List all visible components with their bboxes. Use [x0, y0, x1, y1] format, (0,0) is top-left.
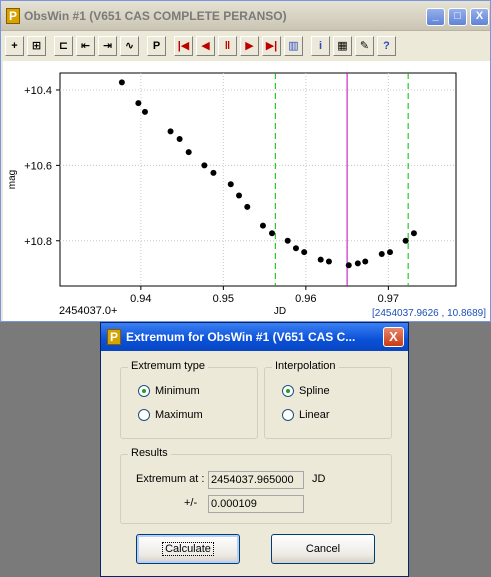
y-tick-label: +10.4: [24, 85, 52, 97]
radio-unselected-icon[interactable]: [282, 409, 294, 421]
data-point: [210, 169, 217, 176]
y-tick-label: +10.8: [24, 236, 52, 248]
x-tick-label: 0.96: [295, 293, 316, 305]
data-point: [378, 250, 385, 257]
dialog-titlebar[interactable]: P Extremum for ObsWin #1 (V651 CAS C... …: [101, 323, 408, 351]
extremum-type-legend: Extremum type: [128, 360, 208, 372]
info-icon[interactable]: i: [311, 36, 330, 56]
table-icon[interactable]: ▦: [333, 36, 352, 56]
data-point: [185, 149, 192, 156]
radio-selected-icon[interactable]: [282, 385, 294, 397]
last-icon[interactable]: ▶|: [262, 36, 281, 56]
chart-svg: 0.94 0.95 0.96 0.97 +10.4 +10.6 +10.8 JD mag: [7, 72, 457, 317]
data-point: [402, 237, 409, 244]
data-point: [387, 249, 393, 256]
data-point: [259, 222, 266, 229]
results-legend: Results: [128, 447, 171, 459]
data-point: [176, 135, 183, 142]
extremum-at-label: Extremum at :: [136, 473, 205, 485]
toolbar: + ⊞ ⊏ ⇤ ⇥ ∿ P |◀ ◀ ‖ ▶ ▶| ▥ i ▦ ✎?: [3, 34, 490, 60]
observation-window: P ObsWin #1 (V651 CAS COMPLETE PERANSO) …: [0, 0, 491, 322]
minimum-label: Minimum: [155, 385, 200, 397]
data-point: [244, 203, 251, 210]
window-titlebar[interactable]: P ObsWin #1 (V651 CAS COMPLETE PERANSO) …: [1, 1, 490, 31]
error-label: +/-: [184, 497, 198, 509]
grid-icon[interactable]: ⊞: [27, 36, 46, 56]
prev-icon[interactable]: ◀: [196, 36, 215, 56]
linear-label: Linear: [299, 409, 330, 421]
edit-icon[interactable]: ✎: [355, 36, 374, 56]
cancel-label: Cancel: [305, 543, 341, 555]
cancel-button[interactable]: Cancel: [271, 534, 375, 564]
calculate-button[interactable]: Calculate: [136, 534, 240, 564]
x-axis-label: JD: [274, 306, 286, 317]
data-point: [325, 258, 332, 265]
extremum-dialog: P Extremum for ObsWin #1 (V651 CAS C... …: [100, 322, 409, 577]
data-point: [135, 100, 142, 107]
data-point: [410, 230, 417, 237]
cursor-right-icon[interactable]: ⇥: [98, 36, 117, 56]
interpolation-legend: Interpolation: [272, 360, 339, 372]
data-point: [292, 245, 299, 252]
data-point: [362, 258, 369, 265]
spline-label: Spline: [299, 385, 330, 397]
data-point: [301, 249, 308, 256]
wave-icon[interactable]: ∿: [120, 36, 139, 56]
close-dialog-button[interactable]: X: [383, 327, 404, 347]
maximize-button[interactable]: □: [448, 8, 467, 26]
peranso-app-icon: P: [6, 8, 20, 24]
extremum-unit-label: JD: [312, 473, 326, 485]
data-point: [141, 108, 148, 115]
x-tick-label: 0.97: [378, 293, 399, 305]
first-icon[interactable]: |◀: [174, 36, 193, 56]
radio-selected-icon[interactable]: [138, 385, 150, 397]
data-point: [269, 230, 276, 237]
data-point: [236, 192, 243, 199]
window-title: ObsWin #1 (V651 CAS COMPLETE PERANSO): [24, 9, 287, 23]
extremum-type-group: Extremum type Minimum Maximum: [120, 360, 258, 439]
peranso-app-icon: P: [107, 329, 121, 345]
results-group: Results Extremum at : 2454037.965000 JD …: [120, 447, 392, 524]
dialog-title: Extremum for ObsWin #1 (V651 CAS C...: [126, 330, 356, 344]
x-tick-label: 0.95: [213, 293, 234, 305]
error-value-field: 0.000109: [208, 495, 304, 513]
plot-frame: [59, 72, 457, 287]
data-point: [118, 79, 125, 86]
p-icon[interactable]: P: [147, 36, 166, 56]
data-point: [317, 256, 324, 263]
minimize-button[interactable]: _: [426, 8, 445, 26]
cursor-readout: [2454037.9626 , 10.8689]: [372, 308, 486, 319]
radio-unselected-icon[interactable]: [138, 409, 150, 421]
maximum-label: Maximum: [155, 409, 203, 421]
close-window-button[interactable]: X: [470, 8, 489, 26]
y-axis-label: mag: [7, 170, 18, 189]
x-origin-label: 2454037.0+: [59, 305, 118, 317]
pause-icon[interactable]: ‖: [218, 36, 237, 56]
data-point: [201, 162, 208, 169]
calculate-label: Calculate: [162, 542, 214, 556]
interpolation-group: Interpolation Spline Linear: [264, 360, 392, 439]
data-point: [284, 237, 291, 244]
data-point: [167, 128, 174, 135]
extremum-value-field: 2454037.965000: [208, 471, 304, 489]
next-icon[interactable]: ▶: [240, 36, 259, 56]
x-tick-label: 0.94: [130, 293, 151, 305]
data-point: [354, 260, 361, 267]
cursor-left-icon[interactable]: ⇤: [76, 36, 95, 56]
zoom-in-icon[interactable]: +: [5, 36, 24, 56]
light-curve-chart[interactable]: 0.94 0.95 0.96 0.97 +10.4 +10.6 +10.8 JD mag 245…: [3, 61, 490, 321]
y-tick-label: +10.6: [24, 160, 52, 172]
help-icon[interactable]: ?: [377, 36, 396, 56]
select-icon[interactable]: ⊏: [54, 36, 73, 56]
book-icon[interactable]: ▥: [284, 36, 303, 56]
data-point: [345, 262, 352, 269]
data-point: [227, 181, 234, 188]
